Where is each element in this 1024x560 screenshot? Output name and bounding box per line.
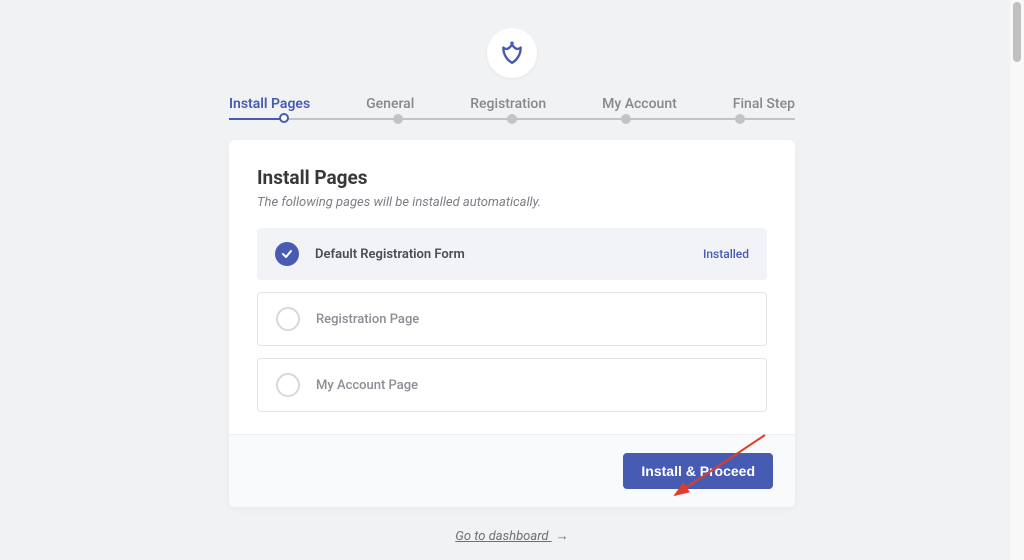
- app-logo: [487, 28, 537, 78]
- page-item-default-registration-form: Default Registration Form Installed: [257, 228, 767, 280]
- step-final[interactable]: Final Step: [733, 96, 795, 112]
- step-general[interactable]: General: [366, 96, 414, 112]
- step-my-account[interactable]: My Account: [602, 96, 677, 112]
- dashboard-link-text: Go to dashboard: [455, 529, 548, 544]
- vertical-scrollbar[interactable]: [1010, 0, 1024, 560]
- step-dot-1: [279, 113, 289, 123]
- install-card: Install Pages The following pages will b…: [229, 140, 795, 507]
- progress-track: [229, 118, 795, 120]
- step-dot-5: [735, 114, 745, 124]
- card-footer: Install & Proceed: [229, 434, 795, 507]
- install-proceed-button[interactable]: Install & Proceed: [623, 453, 773, 489]
- page-label: Registration Page: [316, 312, 748, 327]
- card-title: Install Pages: [257, 166, 767, 189]
- card-body: Install Pages The following pages will b…: [229, 140, 795, 434]
- arrow-right-icon: →: [556, 529, 569, 544]
- logo-icon: [499, 40, 525, 66]
- go-to-dashboard-link[interactable]: Go to dashboard: [455, 529, 551, 544]
- step-dot-4: [621, 114, 631, 124]
- step-labels: Install Pages General Registration My Ac…: [229, 96, 795, 112]
- progress-dots: [229, 114, 795, 124]
- step-registration[interactable]: Registration: [470, 96, 546, 112]
- page-label: Default Registration Form: [315, 247, 703, 262]
- page-item-registration-page: Registration Page: [257, 292, 767, 346]
- status-badge: Installed: [703, 247, 749, 261]
- card-subtitle: The following pages will be installed au…: [257, 195, 767, 210]
- page-label: My Account Page: [316, 378, 748, 393]
- step-dot-3: [507, 114, 517, 124]
- dashboard-link-container: Go to dashboard →: [229, 525, 795, 544]
- circle-icon: [276, 307, 300, 331]
- logo-container: [229, 28, 795, 78]
- page-item-my-account-page: My Account Page: [257, 358, 767, 412]
- step-install-pages[interactable]: Install Pages: [229, 96, 310, 112]
- scrollbar-thumb[interactable]: [1013, 2, 1021, 62]
- check-icon: [275, 242, 299, 266]
- step-dot-2: [393, 114, 403, 124]
- circle-icon: [276, 373, 300, 397]
- setup-wizard: Install Pages General Registration My Ac…: [229, 0, 795, 544]
